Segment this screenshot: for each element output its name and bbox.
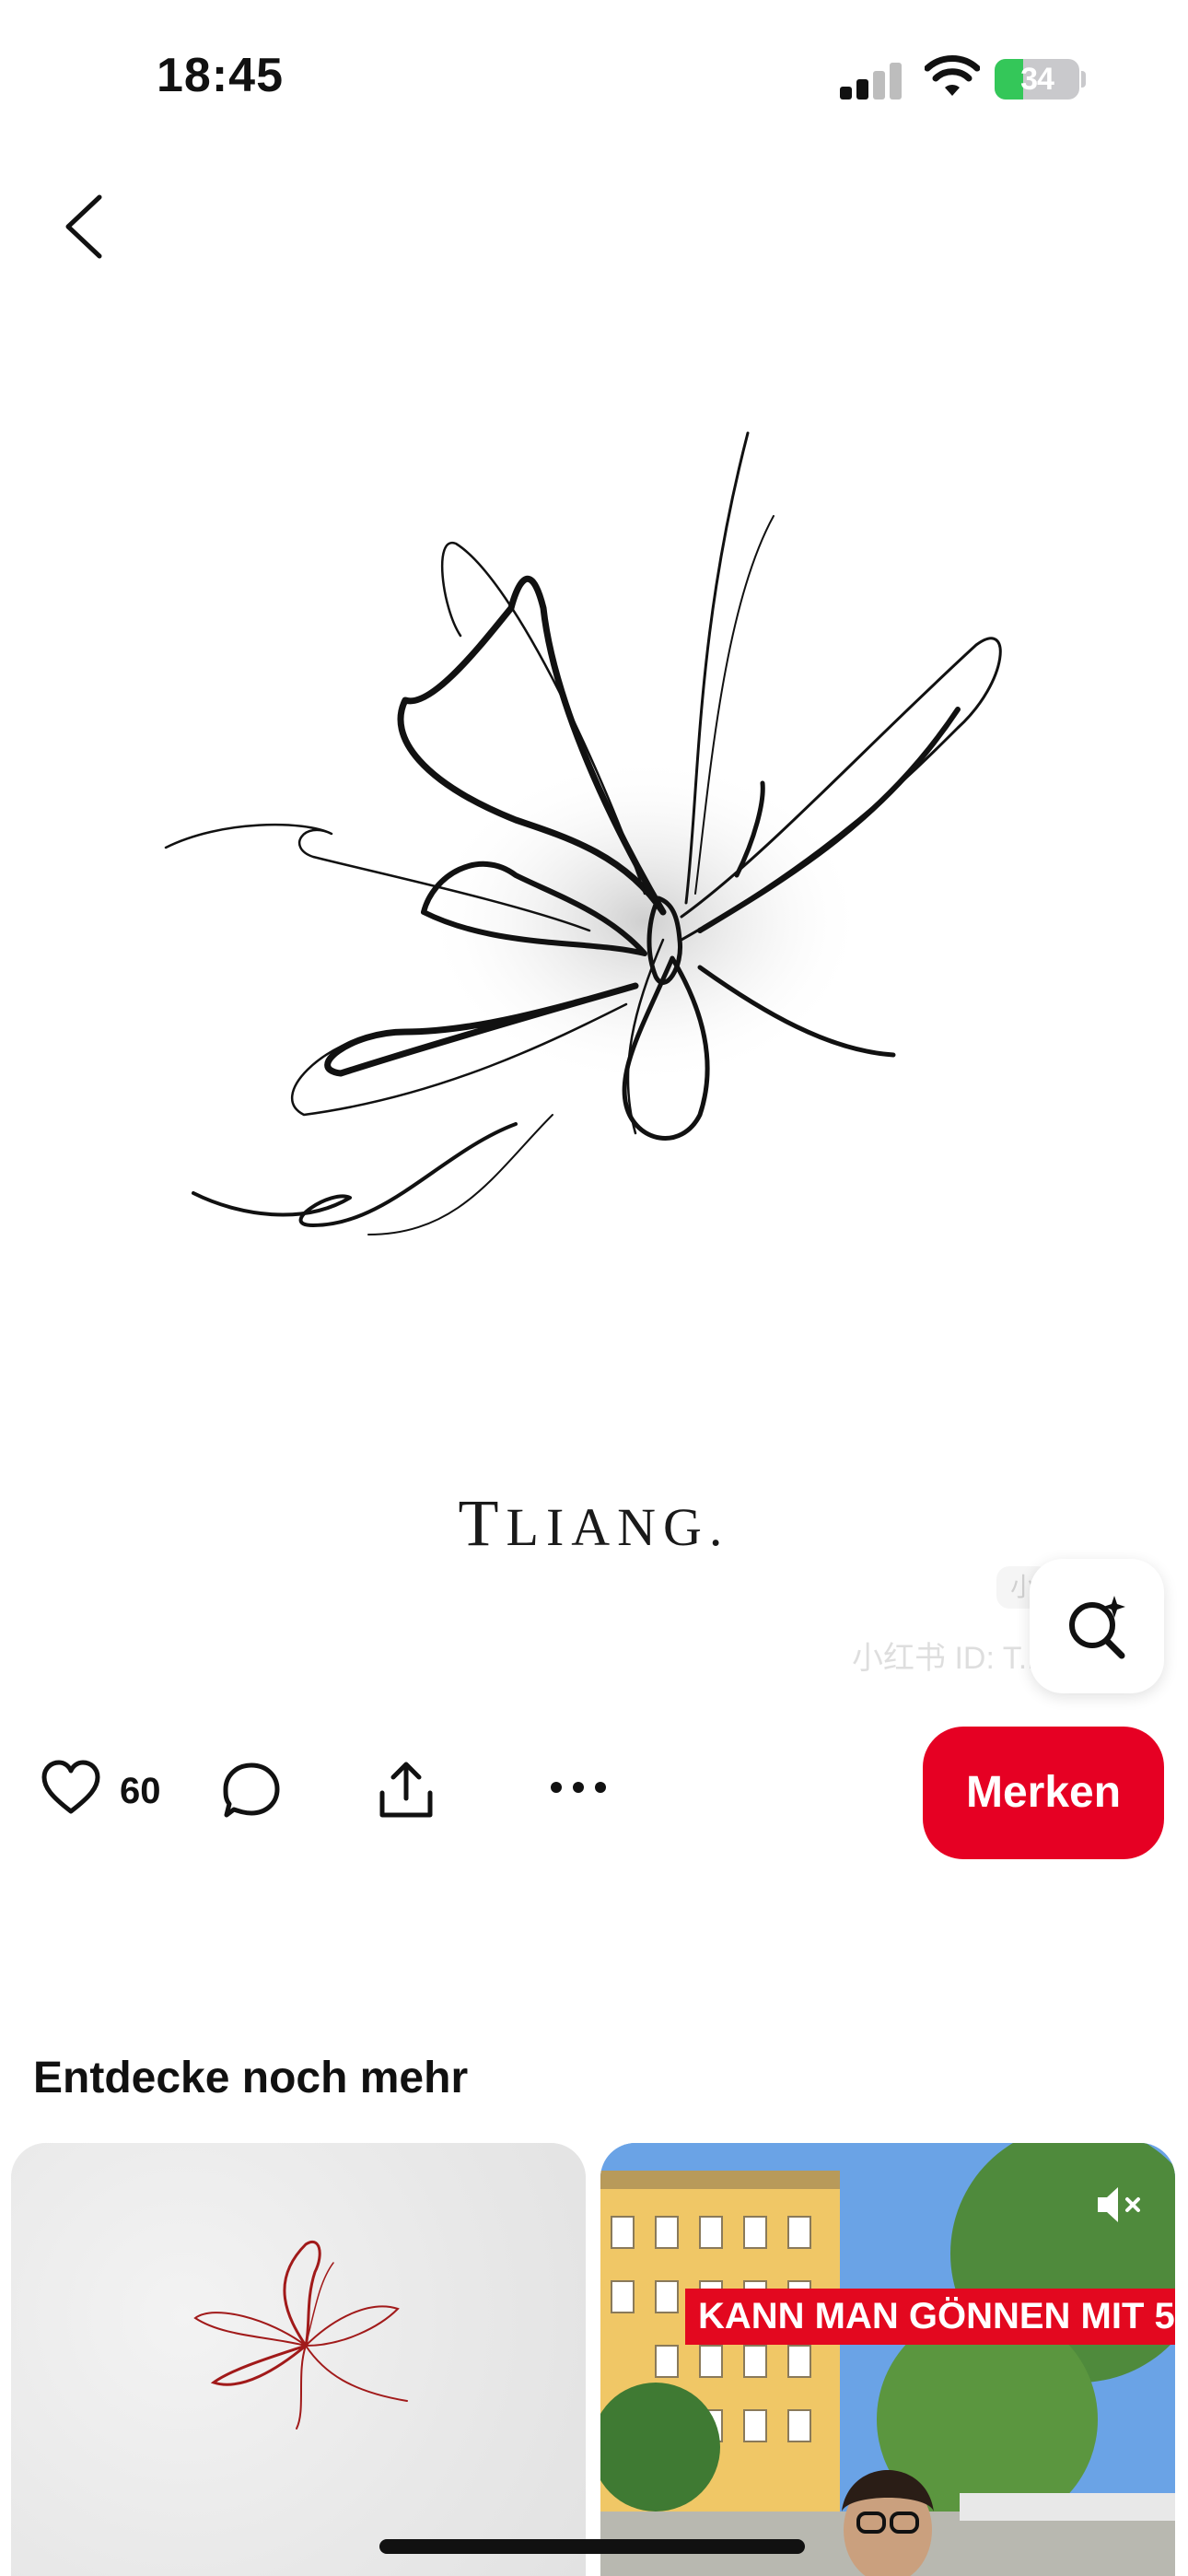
red-butterfly-thumbnail bbox=[193, 2241, 408, 2430]
video-thumbnail bbox=[600, 2143, 1175, 2576]
home-indicator bbox=[379, 2539, 805, 2554]
related-video-card[interactable]: KANN MAN GÖNNEN MIT 5 €? bbox=[600, 2143, 1175, 2576]
mute-icon[interactable] bbox=[1094, 2182, 1149, 2228]
cellular-signal-icon bbox=[840, 61, 904, 100]
related-pin-card[interactable] bbox=[11, 2143, 586, 2576]
battery-nub bbox=[1081, 71, 1086, 88]
visual-search-button[interactable] bbox=[1030, 1559, 1164, 1693]
share-icon[interactable] bbox=[376, 1760, 437, 1821]
watermark-id-text: 小红书 ID: T... bbox=[852, 1641, 1045, 1676]
battery-percent: 34 bbox=[1020, 62, 1054, 97]
like-count: 60 bbox=[120, 1771, 161, 1811]
save-button[interactable]: Merken bbox=[923, 1727, 1164, 1859]
wifi-icon bbox=[925, 55, 980, 96]
back-chevron-icon[interactable] bbox=[59, 192, 111, 262]
heart-icon[interactable] bbox=[41, 1760, 101, 1815]
section-title: Entdecke noch mehr bbox=[33, 2054, 469, 2102]
more-icon[interactable] bbox=[549, 1776, 608, 1798]
visual-search-icon bbox=[1069, 1596, 1125, 1659]
status-time: 18:45 bbox=[157, 49, 284, 102]
pin-image[interactable] bbox=[0, 304, 1188, 1686]
brand-watermark: TLIANG. bbox=[458, 1486, 730, 1560]
battery-icon: 34 bbox=[995, 59, 1079, 100]
comment-icon[interactable] bbox=[221, 1760, 282, 1821]
video-banner-text: KANN MAN GÖNNEN MIT 5 €? bbox=[685, 2289, 1175, 2345]
